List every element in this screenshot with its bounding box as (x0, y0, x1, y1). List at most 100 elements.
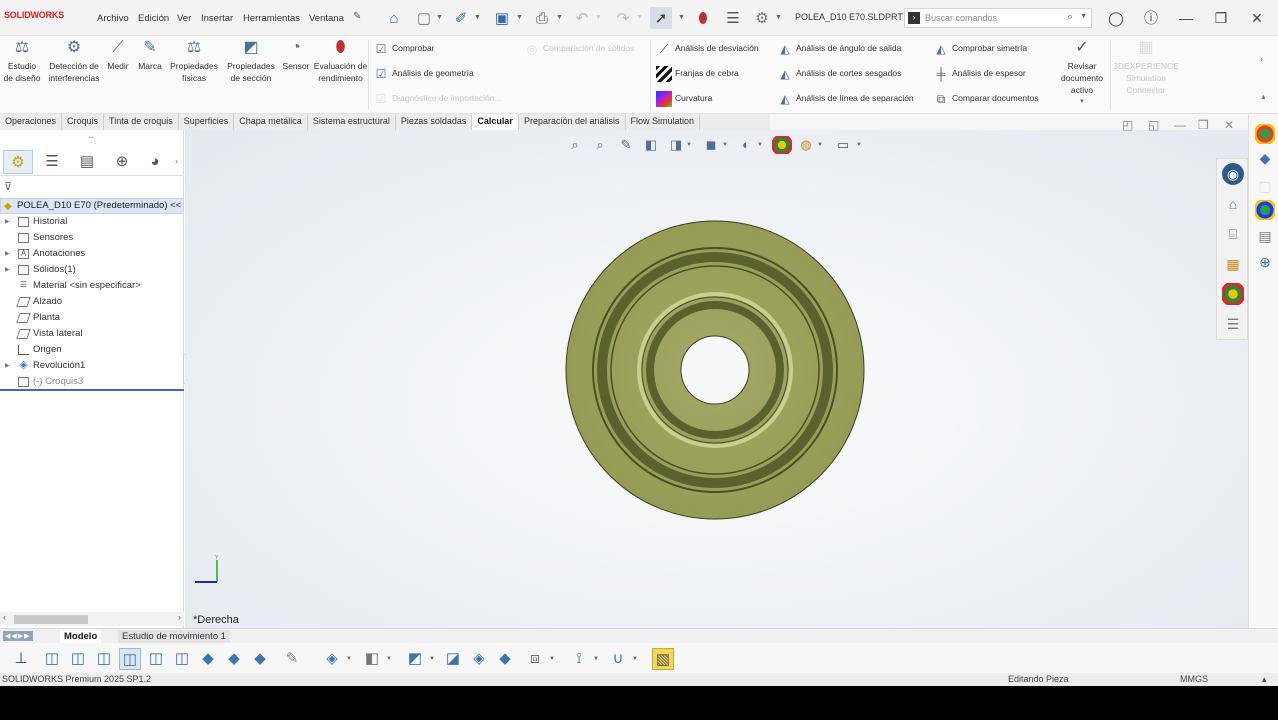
minimize-icon[interactable]: — (1175, 8, 1197, 28)
tab-croquis[interactable]: Croquis (62, 114, 105, 130)
interference-button[interactable]: ⚙ Detección de interferencias (44, 38, 104, 84)
caret-icon[interactable]: ▼ (632, 656, 638, 662)
help-icon[interactable]: ⓘ (1140, 8, 1162, 28)
tab-calcular[interactable]: Calcular (472, 114, 519, 130)
back-view-icon[interactable]: ◫ (67, 648, 89, 670)
cartoon-icon[interactable]: ◆ (494, 648, 516, 670)
scroll-thumb[interactable] (14, 615, 88, 624)
pin-icon[interactable]: ✎ (353, 11, 361, 22)
close-icon[interactable]: ✕ (1246, 8, 1268, 28)
task-pane-blank-icon[interactable]: ▢ (1255, 176, 1275, 196)
tab-piezas-soldadas[interactable]: Piezas soldadas (396, 114, 473, 130)
open-caret-icon[interactable]: ▼ (474, 14, 481, 21)
review-active-document-button[interactable]: ✓ Revisar documento activo ▼ (1056, 38, 1108, 108)
realview-icon[interactable]: ▧ (652, 648, 674, 670)
expand-icon[interactable]: ▶ (5, 214, 10, 230)
redo-icon[interactable]: ↷ (612, 7, 634, 29)
feature-tree-tab-icon[interactable]: ⚙ (3, 150, 33, 174)
scroll-right-icon[interactable]: › (178, 612, 181, 622)
solidworks-resources-icon[interactable]: ◉ (1222, 163, 1244, 185)
caret-icon[interactable]: ▼ (429, 656, 435, 662)
caret-icon[interactable]: ▼ (593, 656, 599, 662)
configuration-manager-tab-icon[interactable]: ▤ (72, 150, 102, 174)
task-pane-decals-icon[interactable]: ● (1255, 200, 1275, 220)
geometry-analysis-button[interactable]: ☑ Análisis de geometría (373, 64, 474, 82)
search-icon[interactable]: ⌕ (1067, 11, 1073, 24)
ribbon-expand-icon[interactable]: › (1260, 54, 1263, 64)
rollback-bar[interactable] (0, 389, 184, 391)
dimxpert-tab-icon[interactable]: ⊕ (107, 150, 137, 174)
design-study-button[interactable]: ⚖ Estudio de diseño (3, 38, 41, 84)
pulley-part[interactable] (565, 220, 865, 520)
new-caret-icon[interactable]: ▼ (436, 14, 443, 21)
check-button[interactable]: ☑ Comprobar (373, 39, 435, 57)
undercut-analysis-button[interactable]: ◭ Análisis de cortes sesgados (777, 64, 901, 82)
ambient-occlusion-icon[interactable]: ⟟ (568, 648, 590, 670)
tab-superficies[interactable]: Superficies (179, 114, 235, 130)
menu-ver[interactable]: Ver (177, 13, 191, 24)
caret-icon[interactable]: ▼ (386, 656, 392, 662)
check-symmetry-button[interactable]: ◭ Comprobar simetría (933, 39, 1027, 57)
graphics-area[interactable]: ⌕ ⌕ ✎ ◧ ◨ ▼ ◼ ▼ ◐ ▼ ● ◍ ▼ ▭ ▼ ◰ ◱ — ❐ ✕ (185, 118, 1248, 628)
user-account-icon[interactable]: ◯ (1105, 8, 1127, 28)
left-view-icon[interactable]: ◫ (93, 648, 115, 670)
tabs-more-icon[interactable]: › (175, 156, 178, 166)
tab-motion-study[interactable]: Estudio de movimiento 1 (118, 630, 231, 643)
front-view-icon[interactable]: ◫ (41, 648, 63, 670)
save-caret-icon[interactable]: ▼ (516, 14, 523, 21)
markup-button[interactable]: ✎ Marca (135, 38, 165, 72)
model-canvas[interactable] (185, 130, 1248, 628)
shadows-icon[interactable]: ◪ (442, 648, 464, 670)
open-icon[interactable]: ✐ (450, 7, 472, 29)
home-icon[interactable]: ⌂ (383, 7, 405, 29)
thickness-analysis-button[interactable]: ╪ Análisis de espesor (933, 64, 1026, 82)
task-pane-library-icon[interactable]: ▤ (1255, 226, 1275, 246)
tab-preparacion-del-analisis[interactable]: Preparación del análisis (519, 114, 626, 130)
tab-modelo[interactable]: Modelo (60, 630, 102, 643)
section-view-bottom-icon[interactable]: ◈ (321, 648, 343, 670)
menu-archivo[interactable]: Archivo (97, 13, 129, 24)
expand-icon[interactable]: ▶ (5, 262, 10, 278)
tab-sistema-estructural[interactable]: Sistema estructural (308, 114, 396, 130)
tab-chapa-metalica[interactable]: Chapa metálica (234, 114, 308, 130)
custom-properties-icon[interactable]: ☰ (1222, 313, 1244, 335)
task-pane-target-icon[interactable]: ⊕ (1255, 252, 1275, 272)
menu-herramientas[interactable]: Herramientas (243, 13, 300, 24)
redo-caret-icon[interactable]: ▼ (636, 14, 643, 21)
new-document-icon[interactable]: ▢ (413, 7, 435, 29)
property-manager-tab-icon[interactable]: ☰ (37, 150, 67, 174)
deviation-analysis-button[interactable]: ⟋ Análisis de desviación (656, 39, 759, 57)
rebuild-icon[interactable]: ⬮ (692, 7, 714, 29)
mass-properties-button[interactable]: ⚖ Propiedades físicas (168, 38, 220, 84)
task-pane-scenes-icon[interactable]: ◆ (1255, 148, 1275, 168)
save-icon[interactable]: ▣ (491, 7, 513, 29)
file-explorer-icon[interactable]: ▦ (1222, 253, 1244, 275)
task-pane-appearances-icon[interactable]: ● (1255, 124, 1275, 144)
tab-tinta-de-croquis[interactable]: Tinta de croquis (104, 114, 179, 130)
compare-solids-button[interactable]: ◎ Comparación de sólidos (524, 39, 634, 57)
feature-tree-root[interactable]: ◆ POLEA_D10 E70 (Predeterminado) << (0, 198, 184, 214)
search-dropdown-icon[interactable]: ▼ (1080, 13, 1087, 20)
bottom-view-icon[interactable]: ◫ (171, 648, 193, 670)
caret-icon[interactable]: ▼ (346, 656, 352, 662)
file-properties-icon[interactable]: ☰ (722, 7, 744, 29)
home-view-icon[interactable]: ⌂ (1222, 193, 1244, 215)
options-caret-icon[interactable]: ▼ (775, 14, 782, 21)
feature-tree-scrollbar[interactable]: ‹ › (0, 612, 184, 626)
draft-analysis-button[interactable]: ◭ Análisis de ángulo de salida (777, 39, 901, 57)
camera-icon[interactable]: ⧈ (524, 648, 546, 670)
solidworks-logo[interactable]: SOLIDWORKS (4, 10, 64, 20)
undo-icon[interactable]: ↶ (571, 7, 593, 29)
hide-show-icon[interactable]: ◧ (361, 648, 383, 670)
expand-icon[interactable]: ▶ (5, 246, 10, 262)
scroll-left-icon[interactable]: ‹ (3, 612, 6, 622)
sensor-button[interactable]: ◔ Sensor (281, 38, 311, 72)
section-properties-button[interactable]: ◩ Propiedades de sección (224, 38, 278, 84)
view-selector-icon[interactable]: ✎ (281, 648, 303, 670)
normal-to-icon[interactable]: ⊥ (10, 648, 32, 670)
parting-line-button[interactable]: ◭ Análisis de línea de separación (777, 89, 913, 107)
design-library-icon[interactable]: ⌸ (1222, 223, 1244, 245)
select-cursor-icon[interactable]: ➚ (650, 7, 672, 29)
menu-ventana[interactable]: Ventana (309, 13, 344, 24)
curve-icon[interactable]: ∪ (607, 648, 629, 670)
